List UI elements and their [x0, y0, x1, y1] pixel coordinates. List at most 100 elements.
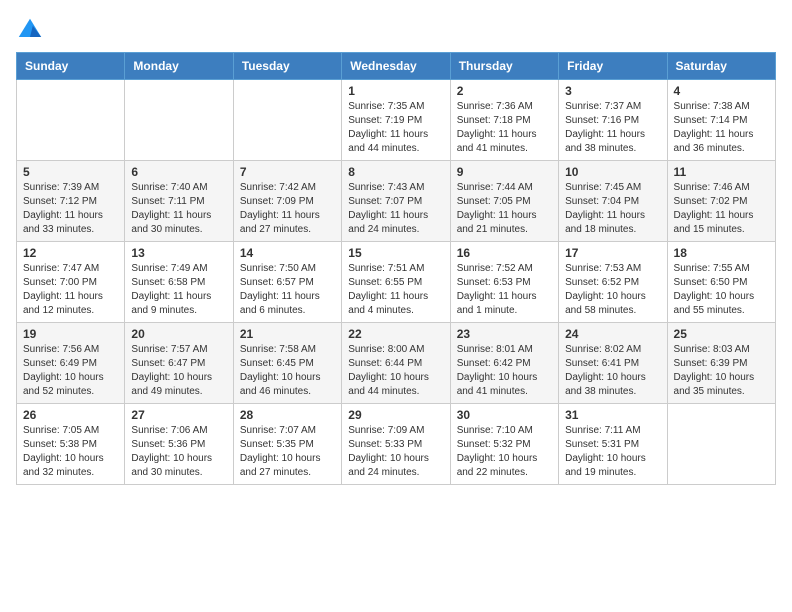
calendar-table: SundayMondayTuesdayWednesdayThursdayFrid… [16, 52, 776, 485]
day-number: 11 [674, 165, 769, 179]
day-number: 18 [674, 246, 769, 260]
day-info: Sunrise: 7:52 AMSunset: 6:53 PMDaylight:… [457, 262, 552, 318]
day-number: 27 [131, 408, 226, 422]
calendar-cell: 7 Sunrise: 7:42 AMSunset: 7:09 PMDaylight… [233, 161, 341, 242]
calendar-cell: 1 Sunrise: 7:35 AMSunset: 7:19 PMDaylight… [342, 80, 450, 161]
day-info: Sunrise: 7:51 AMSunset: 6:55 PMDaylight:… [348, 262, 443, 318]
col-header-wednesday: Wednesday [342, 53, 450, 80]
calendar-cell: 21 Sunrise: 7:58 AMSunset: 6:45 PMDayligh… [233, 323, 341, 404]
day-number: 28 [240, 408, 335, 422]
day-number: 8 [348, 165, 443, 179]
day-info: Sunrise: 7:45 AMSunset: 7:04 PMDaylight:… [565, 181, 660, 237]
day-info: Sunrise: 7:46 AMSunset: 7:02 PMDaylight:… [674, 181, 769, 237]
day-info: Sunrise: 7:07 AMSunset: 5:35 PMDaylight:… [240, 424, 335, 480]
logo-icon [16, 16, 44, 44]
day-info: Sunrise: 7:56 AMSunset: 6:49 PMDaylight:… [23, 343, 118, 399]
col-header-tuesday: Tuesday [233, 53, 341, 80]
day-info: Sunrise: 7:40 AMSunset: 7:11 PMDaylight:… [131, 181, 226, 237]
calendar-cell: 17Sunrise: 7:53 AMSunset: 6:52 PMDayligh… [559, 242, 667, 323]
day-info: Sunrise: 7:35 AMSunset: 7:19 PMDaylight:… [348, 100, 443, 156]
calendar-cell: 30 Sunrise: 7:10 AMSunset: 5:32 PMDayligh… [450, 404, 558, 485]
col-header-friday: Friday [559, 53, 667, 80]
calendar-cell: 23 Sunrise: 8:01 AMSunset: 6:42 PMDayligh… [450, 323, 558, 404]
day-info: Sunrise: 7:58 AMSunset: 6:45 PMDaylight:… [240, 343, 335, 399]
day-info: Sunrise: 8:03 AMSunset: 6:39 PMDaylight:… [674, 343, 769, 399]
day-number: 26 [23, 408, 118, 422]
calendar-cell: 20Sunrise: 7:57 AMSunset: 6:47 PMDayligh… [125, 323, 233, 404]
calendar-cell: 25 Sunrise: 8:03 AMSunset: 6:39 PMDayligh… [667, 323, 775, 404]
day-info: Sunrise: 7:49 AMSunset: 6:58 PMDaylight:… [131, 262, 226, 318]
day-number: 29 [348, 408, 443, 422]
calendar-cell: 22 Sunrise: 8:00 AMSunset: 6:44 PMDayligh… [342, 323, 450, 404]
day-number: 21 [240, 327, 335, 341]
day-info: Sunrise: 7:55 AMSunset: 6:50 PMDaylight:… [674, 262, 769, 318]
col-header-thursday: Thursday [450, 53, 558, 80]
calendar-week-5: 26 Sunrise: 7:05 AMSunset: 5:38 PMDayligh… [17, 404, 776, 485]
calendar-cell [17, 80, 125, 161]
day-number: 10 [565, 165, 660, 179]
calendar-cell: 15 Sunrise: 7:51 AMSunset: 6:55 PMDayligh… [342, 242, 450, 323]
day-number: 25 [674, 327, 769, 341]
calendar-cell: 5Sunrise: 7:39 AMSunset: 7:12 PMDaylight… [17, 161, 125, 242]
day-number: 24 [565, 327, 660, 341]
day-info: Sunrise: 8:00 AMSunset: 6:44 PMDaylight:… [348, 343, 443, 399]
day-info: Sunrise: 7:42 AMSunset: 7:09 PMDaylight:… [240, 181, 335, 237]
day-number: 7 [240, 165, 335, 179]
col-header-saturday: Saturday [667, 53, 775, 80]
calendar-week-1: 1 Sunrise: 7:35 AMSunset: 7:19 PMDaylight… [17, 80, 776, 161]
day-number: 2 [457, 84, 552, 98]
calendar-week-2: 5Sunrise: 7:39 AMSunset: 7:12 PMDaylight… [17, 161, 776, 242]
calendar-cell: 24Sunrise: 8:02 AMSunset: 6:41 PMDayligh… [559, 323, 667, 404]
calendar-cell: 19 Sunrise: 7:56 AMSunset: 6:49 PMDayligh… [17, 323, 125, 404]
calendar-cell: 26 Sunrise: 7:05 AMSunset: 5:38 PMDayligh… [17, 404, 125, 485]
calendar-week-3: 12 Sunrise: 7:47 AMSunset: 7:00 PMDayligh… [17, 242, 776, 323]
day-info: Sunrise: 7:10 AMSunset: 5:32 PMDaylight:… [457, 424, 552, 480]
day-number: 6 [131, 165, 226, 179]
day-number: 19 [23, 327, 118, 341]
day-info: Sunrise: 7:09 AMSunset: 5:33 PMDaylight:… [348, 424, 443, 480]
day-number: 23 [457, 327, 552, 341]
day-info: Sunrise: 7:38 AMSunset: 7:14 PMDaylight:… [674, 100, 769, 156]
calendar-cell: 11 Sunrise: 7:46 AMSunset: 7:02 PMDayligh… [667, 161, 775, 242]
calendar-cell [667, 404, 775, 485]
calendar-week-4: 19 Sunrise: 7:56 AMSunset: 6:49 PMDayligh… [17, 323, 776, 404]
col-header-sunday: Sunday [17, 53, 125, 80]
calendar-cell: 10 Sunrise: 7:45 AMSunset: 7:04 PMDayligh… [559, 161, 667, 242]
calendar-cell: 14 Sunrise: 7:50 AMSunset: 6:57 PMDayligh… [233, 242, 341, 323]
day-number: 3 [565, 84, 660, 98]
calendar-cell: 3 Sunrise: 7:37 AMSunset: 7:16 PMDaylight… [559, 80, 667, 161]
calendar-cell: 27 Sunrise: 7:06 AMSunset: 5:36 PMDayligh… [125, 404, 233, 485]
calendar-cell [125, 80, 233, 161]
calendar-cell: 28 Sunrise: 7:07 AMSunset: 5:35 PMDayligh… [233, 404, 341, 485]
calendar-cell: 12 Sunrise: 7:47 AMSunset: 7:00 PMDayligh… [17, 242, 125, 323]
calendar-cell: 29 Sunrise: 7:09 AMSunset: 5:33 PMDayligh… [342, 404, 450, 485]
day-number: 20 [131, 327, 226, 341]
day-info: Sunrise: 7:53 AMSunset: 6:52 PMDaylight:… [565, 262, 660, 318]
calendar-cell [233, 80, 341, 161]
calendar-cell: 6 Sunrise: 7:40 AMSunset: 7:11 PMDaylight… [125, 161, 233, 242]
day-info: Sunrise: 7:06 AMSunset: 5:36 PMDaylight:… [131, 424, 226, 480]
day-number: 22 [348, 327, 443, 341]
calendar-cell: 8 Sunrise: 7:43 AMSunset: 7:07 PMDaylight… [342, 161, 450, 242]
day-info: Sunrise: 7:44 AMSunset: 7:05 PMDaylight:… [457, 181, 552, 237]
day-number: 15 [348, 246, 443, 260]
day-info: Sunrise: 7:43 AMSunset: 7:07 PMDaylight:… [348, 181, 443, 237]
day-number: 13 [131, 246, 226, 260]
day-info: Sunrise: 7:37 AMSunset: 7:16 PMDaylight:… [565, 100, 660, 156]
logo [16, 16, 48, 44]
col-header-monday: Monday [125, 53, 233, 80]
day-info: Sunrise: 8:01 AMSunset: 6:42 PMDaylight:… [457, 343, 552, 399]
day-info: Sunrise: 7:05 AMSunset: 5:38 PMDaylight:… [23, 424, 118, 480]
day-number: 1 [348, 84, 443, 98]
day-number: 14 [240, 246, 335, 260]
page-header [16, 16, 776, 44]
calendar-cell: 31Sunrise: 7:11 AMSunset: 5:31 PMDayligh… [559, 404, 667, 485]
day-number: 12 [23, 246, 118, 260]
day-number: 5 [23, 165, 118, 179]
calendar-cell: 9Sunrise: 7:44 AMSunset: 7:05 PMDaylight… [450, 161, 558, 242]
day-info: Sunrise: 7:47 AMSunset: 7:00 PMDaylight:… [23, 262, 118, 318]
day-number: 30 [457, 408, 552, 422]
calendar-cell: 4Sunrise: 7:38 AMSunset: 7:14 PMDaylight… [667, 80, 775, 161]
day-number: 16 [457, 246, 552, 260]
day-info: Sunrise: 7:50 AMSunset: 6:57 PMDaylight:… [240, 262, 335, 318]
